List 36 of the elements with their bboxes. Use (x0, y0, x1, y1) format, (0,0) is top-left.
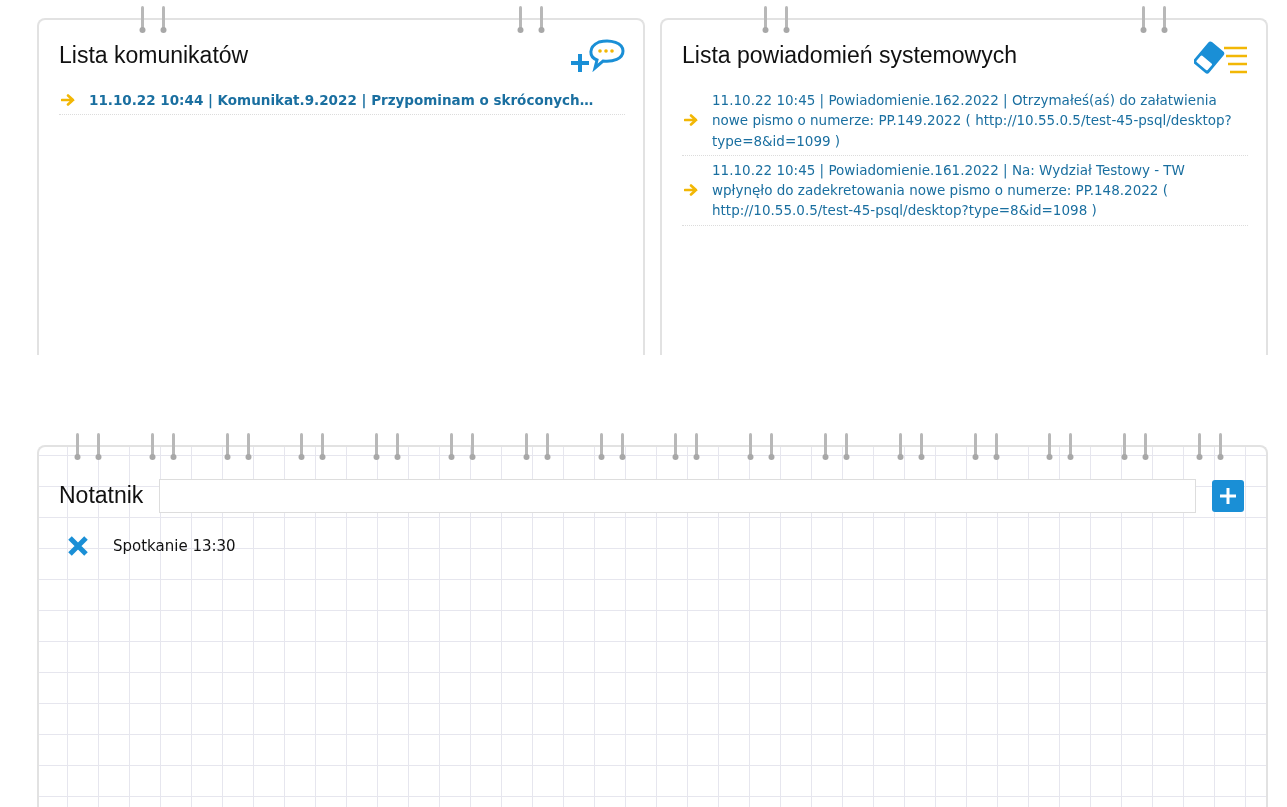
ring-pair-drawing (672, 433, 701, 461)
panel-title: Lista komunikatów (59, 42, 249, 70)
ring-pair-drawing (517, 6, 545, 34)
eraser-list-icon[interactable] (1194, 38, 1248, 74)
ring-pair-drawing (597, 433, 626, 461)
ring-pair-drawing (1195, 433, 1224, 461)
add-message-icon[interactable] (569, 38, 625, 74)
ring-pair-drawing (139, 6, 167, 34)
ring-pair-drawing (1121, 433, 1150, 461)
notification-link[interactable]: 11.10.22 10:45 | Powiadomienie.161.2022 | Na: Wydział Testowy - TW wpłynęło do zadekretowania nowe pismo o numerze: PP.148.2022 ( http://10.55.0.5/test-45-psql/desktop?type=8&id=1098 ) (712, 159, 1246, 221)
ring-pair-drawing (1046, 433, 1075, 461)
notebook-title: Notatnik (59, 482, 144, 510)
ring-pair-drawing (522, 433, 551, 461)
note-input-field[interactable] (159, 479, 1196, 513)
ring-pair-drawing (971, 433, 1000, 461)
arrow-icon (61, 94, 75, 107)
ring-pair-drawing (448, 433, 476, 461)
ring-pair-drawing (747, 433, 776, 461)
add-note-button[interactable] (1212, 480, 1244, 512)
arrow-icon (684, 184, 698, 197)
ring-pair-drawing (74, 433, 102, 461)
plus-icon (1219, 487, 1237, 505)
ring-pair-drawing (373, 433, 402, 461)
delete-icon[interactable] (67, 535, 89, 558)
notification-link[interactable]: 11.10.22 10:44 | Komunikat.9.2022 | Przypominam o skróconych… (89, 90, 594, 111)
ring-pair-drawing (148, 433, 177, 461)
ring-pair-drawing (821, 433, 850, 461)
note-text: Spotkanie 13:30 (113, 536, 236, 557)
ring-pair-drawing (1140, 6, 1168, 34)
notification-link[interactable]: 11.10.22 10:45 | Powiadomienie.162.2022 | Otrzymałeś(aś) do załatwienia nowe pismo o numerze: PP.149.2022 ( http://10.55.0.5/test-45-psql/desktop?type=8&id=1099 ) (712, 90, 1246, 151)
ring-pair-drawing (896, 433, 925, 461)
ring-pair-drawing (762, 6, 790, 34)
ring-pair-drawing (298, 433, 327, 461)
arrow-icon (684, 114, 698, 127)
ring-pair-drawing (223, 433, 252, 461)
panel-title: Lista powiadomień systemowych (682, 42, 1017, 70)
